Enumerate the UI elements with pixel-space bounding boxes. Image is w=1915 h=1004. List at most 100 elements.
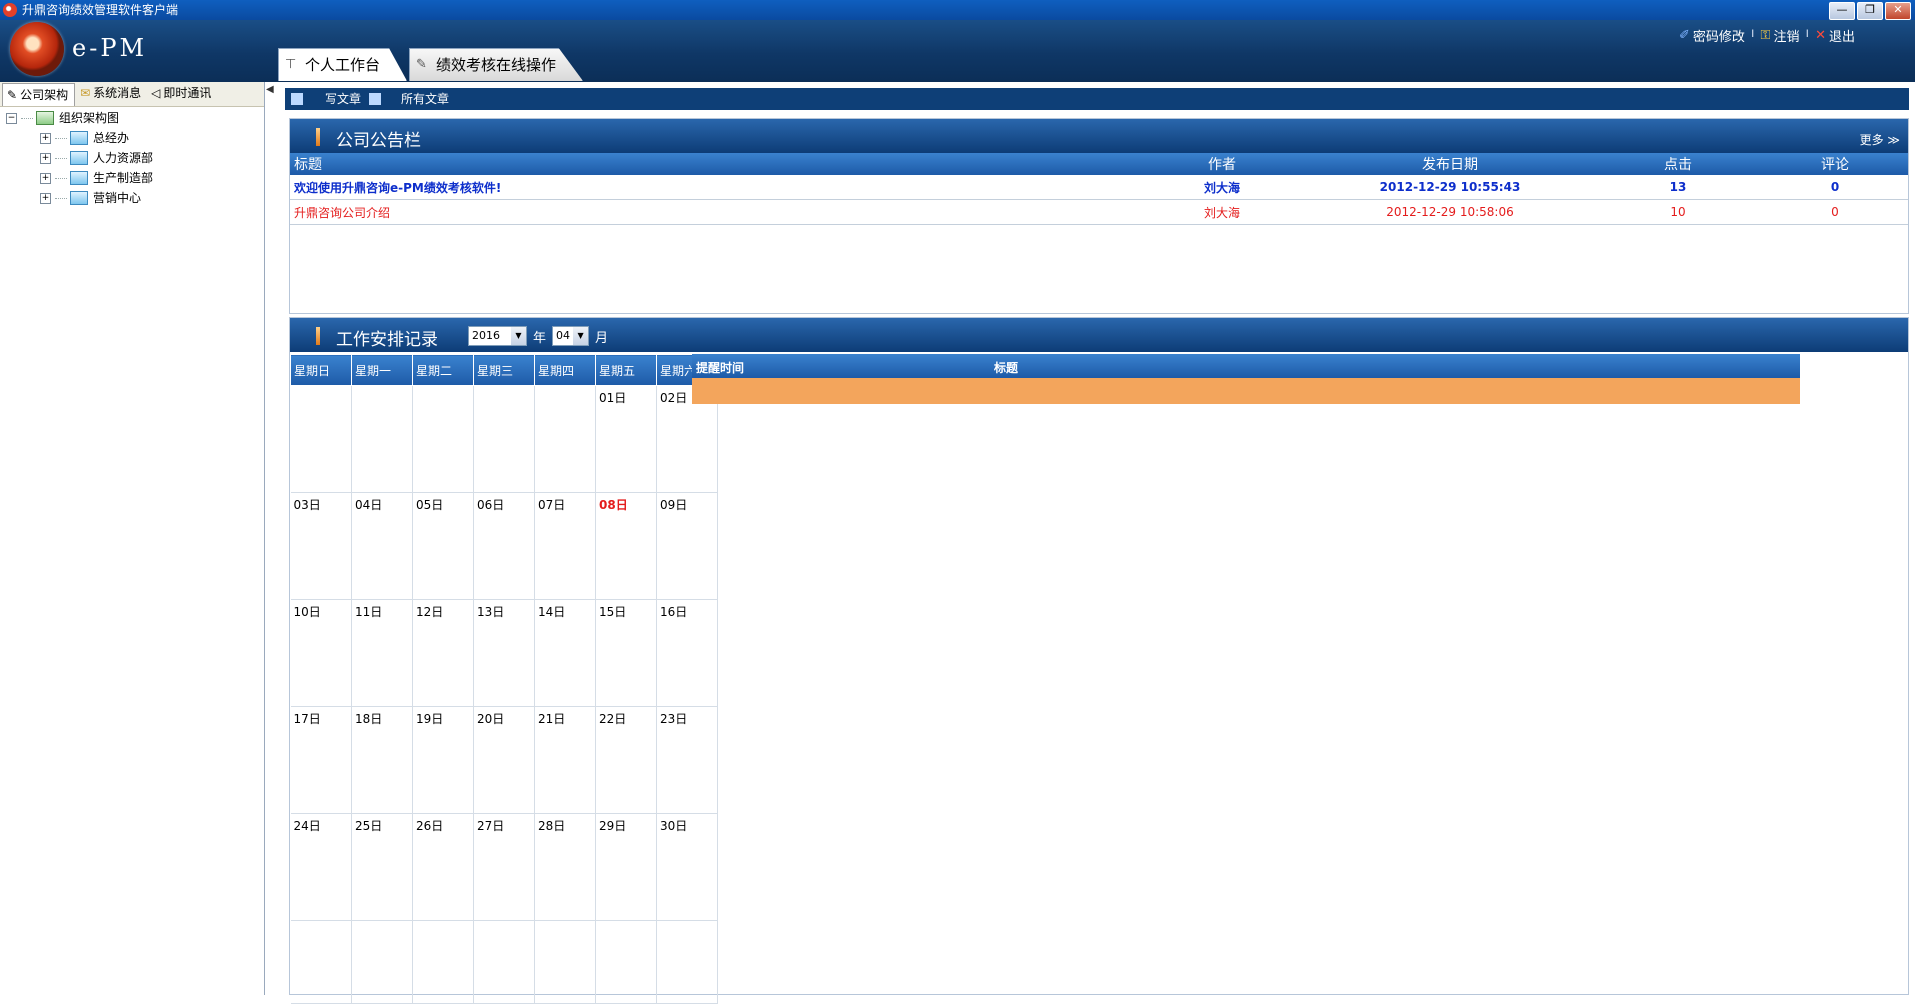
expand-toggle[interactable]: + <box>40 132 51 144</box>
calendar: 星期日 星期一 星期二 星期三 星期四 星期五 星期六 01日 02日 03日 04日 05日 06日… <box>290 354 718 1004</box>
notice-title-link[interactable]: 欢迎使用升鼎咨询e-PM绩效考核软件! <box>290 175 1138 200</box>
weekday-header: 星期四 <box>534 354 596 386</box>
notice-date: 2012-12-29 10:55:43 <box>1306 175 1594 200</box>
calendar-day-cell[interactable]: 10日 <box>290 599 352 707</box>
calendar-day-cell[interactable]: 17日 <box>290 706 352 814</box>
calendar-empty-cell <box>412 385 474 493</box>
expand-toggle[interactable]: + <box>40 172 51 184</box>
pin-icon: ⊤ <box>285 57 297 72</box>
write-article-label: 写文章 <box>325 92 362 106</box>
calendar-day-cell[interactable]: 01日 <box>595 385 657 493</box>
calendar-day-cell[interactable]: 09日 <box>656 492 718 600</box>
main-tabs: ⊤ 个人工作台 ✎ 绩效考核在线操作 <box>278 48 585 82</box>
year-select[interactable]: 2016 ▼ <box>468 326 527 346</box>
calendar-day-cell[interactable]: 03日 <box>290 492 352 600</box>
calendar-day-cell[interactable]: 20日 <box>473 706 535 814</box>
calendar-day-cell[interactable]: 15日 <box>595 599 657 707</box>
notice-board-header: 公司公告栏 更多 ≫ <box>290 119 1908 153</box>
exit-link[interactable]: ✕ 退出 <box>1815 26 1855 45</box>
tree-line <box>55 137 67 139</box>
calendar-day-cell[interactable]: 19日 <box>412 706 474 814</box>
close-button[interactable]: ✕ <box>1885 2 1911 20</box>
calendar-day-cell[interactable]: 28日 <box>534 813 596 921</box>
write-article-button[interactable]: 写文章 <box>291 88 361 110</box>
calendar-empty-cell <box>534 920 596 1004</box>
calendar-day-cell[interactable]: 22日 <box>595 706 657 814</box>
notice-clicks: 10 <box>1594 199 1762 225</box>
separator: ı <box>1805 26 1810 41</box>
more-link[interactable]: 更多 ≫ <box>1860 131 1900 148</box>
expand-toggle[interactable]: + <box>40 192 51 204</box>
calendar-weekday-row: 星期日 星期一 星期二 星期三 星期四 星期五 星期六 <box>290 354 718 386</box>
calendar-day-cell[interactable]: 14日 <box>534 599 596 707</box>
app-icon <box>3 3 17 17</box>
calendar-day-cell[interactable]: 04日 <box>351 492 413 600</box>
table-row[interactable]: 欢迎使用升鼎咨询e-PM绩效考核软件! 刘大海 2012-12-29 10:55… <box>290 175 1908 200</box>
column-header-clicks[interactable]: 点击 <box>1594 153 1762 175</box>
calendar-day-cell[interactable]: 12日 <box>412 599 474 707</box>
calendar-day-cell[interactable]: 08日 <box>595 492 657 600</box>
notice-board-title: 公司公告栏 <box>336 131 421 151</box>
tab-system-messages[interactable]: ✉ 系统消息 <box>76 82 147 104</box>
notice-clicks: 13 <box>1594 175 1762 200</box>
tab-performance-online[interactable]: ✎ 绩效考核在线操作 <box>409 48 584 81</box>
logout-link[interactable]: ⚿ 注销 <box>1761 26 1800 45</box>
calendar-day-cell[interactable]: 16日 <box>656 599 718 707</box>
tree-item[interactable]: + 人力资源部 <box>40 148 153 168</box>
calendar-day-cell[interactable]: 07日 <box>534 492 596 600</box>
expand-toggle[interactable]: + <box>40 152 51 164</box>
calendar-day-cell[interactable]: 26日 <box>412 813 474 921</box>
calendar-day-cell[interactable]: 13日 <box>473 599 535 707</box>
tree-root[interactable]: − 组织架构图 <box>6 108 153 128</box>
tree-item[interactable]: + 生产制造部 <box>40 168 153 188</box>
maximize-button[interactable]: ❐ <box>1857 2 1883 20</box>
calendar-day-cell[interactable]: 25日 <box>351 813 413 921</box>
tree-item[interactable]: + 营销中心 <box>40 188 153 208</box>
document-icon <box>369 93 381 105</box>
calendar-day-cell[interactable]: 27日 <box>473 813 535 921</box>
calendar-day-cell[interactable]: 30日 <box>656 813 718 921</box>
notice-author: 刘大海 <box>1138 199 1306 225</box>
collapse-panel-icon[interactable]: ◀ <box>266 84 274 95</box>
tab-company-structure[interactable]: ✎ 公司架构 <box>2 83 76 106</box>
calendar-empty-cell <box>656 920 718 1004</box>
all-articles-button[interactable]: 所有文章 <box>369 88 449 110</box>
column-header-remind-time[interactable]: 提醒时间 <box>696 359 744 376</box>
calendar-week-row: 10日 11日 12日 13日 14日 15日 16日 <box>290 599 718 707</box>
column-header-comments[interactable]: 评论 <box>1762 153 1908 175</box>
calendar-day-cell[interactable]: 06日 <box>473 492 535 600</box>
panel-splitter[interactable] <box>265 82 279 995</box>
password-change-link[interactable]: ✐ 密码修改 <box>1679 26 1745 45</box>
calendar-day-cell[interactable]: 29日 <box>595 813 657 921</box>
reminder-list-header: 提醒时间 标题 <box>692 354 1800 378</box>
table-row[interactable]: 升鼎咨询公司介绍 刘大海 2012-12-29 10:58:06 10 0 <box>290 199 1908 225</box>
calendar-day-cell[interactable]: 05日 <box>412 492 474 600</box>
calendar-day-cell[interactable]: 21日 <box>534 706 596 814</box>
tab-label: 个人工作台 <box>305 56 381 74</box>
tree-line <box>55 157 67 159</box>
calendar-day-cell[interactable]: 23日 <box>656 706 718 814</box>
reminder-list: 提醒时间 标题 <box>692 354 1800 404</box>
logout-label: 注销 <box>1773 30 1800 45</box>
column-header-author[interactable]: 作者 <box>1138 153 1306 175</box>
exit-label: 退出 <box>1828 30 1855 45</box>
column-header-title[interactable]: 标题 <box>994 359 1018 376</box>
tab-personal-workbench[interactable]: ⊤ 个人工作台 <box>278 48 408 81</box>
calendar-week-row: 24日 25日 26日 27日 28日 29日 30日 <box>290 813 718 921</box>
column-header-date[interactable]: 发布日期 <box>1306 153 1594 175</box>
minimize-button[interactable]: — <box>1829 2 1855 20</box>
calendar-day-cell[interactable]: 18日 <box>351 706 413 814</box>
tab-instant-messaging[interactable]: ◁ 即时通讯 <box>147 82 217 104</box>
column-header-title[interactable]: 标题 <box>290 153 1138 175</box>
calendar-day-cell[interactable]: 11日 <box>351 599 413 707</box>
month-select[interactable]: 04 ▼ <box>552 326 590 346</box>
reminder-highlight-row[interactable] <box>692 378 1800 404</box>
calendar-day-cell[interactable]: 24日 <box>290 813 352 921</box>
notice-title-link[interactable]: 升鼎咨询公司介绍 <box>290 199 1138 225</box>
window-titlebar: 升鼎咨询绩效管理软件客户端 — ❐ ✕ <box>0 0 1915 20</box>
department-icon <box>70 151 88 165</box>
tree-item[interactable]: + 总经办 <box>40 128 153 148</box>
collapse-toggle[interactable]: − <box>6 112 17 124</box>
speaker-icon: ◁ <box>151 86 161 100</box>
year-value: 2016 <box>472 329 500 342</box>
